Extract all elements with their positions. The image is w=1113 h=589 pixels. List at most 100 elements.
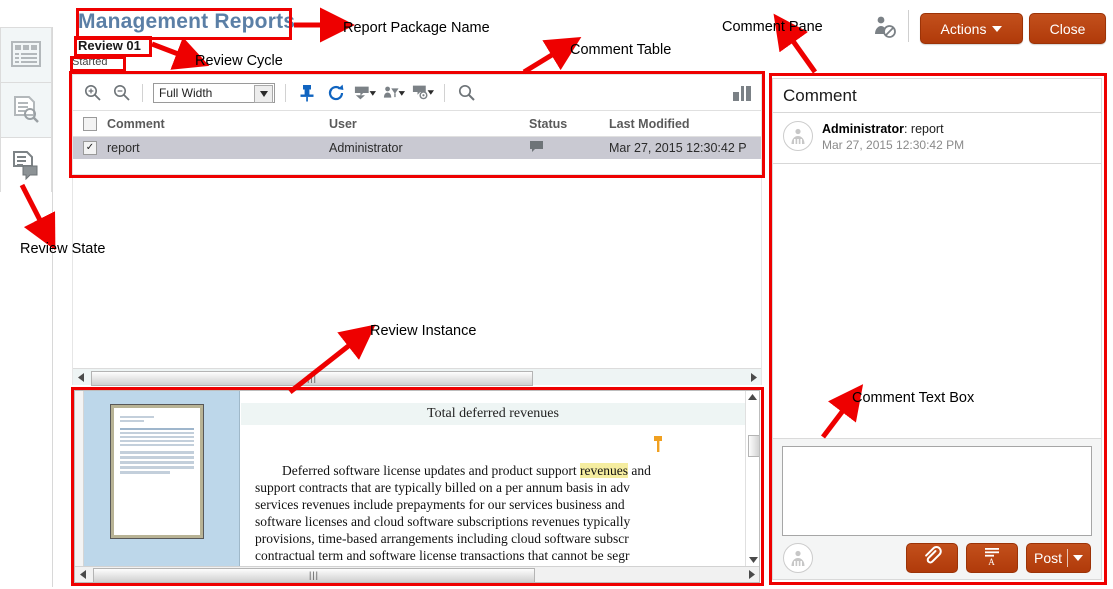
document-horizontal-scrollbar[interactable]: ||| (75, 566, 759, 582)
toolbar-divider (142, 83, 143, 102)
scroll-left-arrow-icon[interactable] (75, 567, 91, 582)
layout-columns-icon[interactable] (731, 83, 753, 105)
grip-icon: ||| (308, 570, 319, 580)
scroll-down-arrow-icon[interactable] (746, 553, 759, 566)
comment-entry-text: Administrator: report Mar 27, 2015 12:30… (822, 121, 964, 153)
scroll-thumb[interactable]: ||| (93, 568, 535, 582)
comment-table-panel: Full Width Comment User Status Last Modi… (72, 74, 762, 175)
document-vertical-scrollbar[interactable] (745, 391, 759, 566)
text-format-icon: A (982, 546, 1002, 571)
review-instance-viewer: Total deferred revenues Deferred softwar… (74, 390, 760, 583)
cell-comment: report (107, 141, 140, 155)
cell-status (529, 140, 609, 156)
scroll-left-arrow-icon[interactable] (73, 370, 89, 385)
scroll-track[interactable]: ||| (89, 370, 745, 386)
select-all-checkbox[interactable] (73, 116, 107, 131)
column-header-comment[interactable]: Comment (107, 117, 329, 131)
zoom-level-select[interactable]: Full Width (153, 82, 275, 103)
zoom-out-icon[interactable] (110, 82, 132, 104)
zoom-level-value: Full Width (159, 85, 213, 100)
comment-bubble-icon (529, 141, 544, 156)
refresh-icon[interactable] (325, 82, 347, 104)
close-button-label: Close (1049, 20, 1086, 37)
user-avatar-icon (783, 121, 813, 151)
cell-user: Administrator (329, 141, 403, 155)
zoom-in-icon[interactable] (81, 82, 103, 104)
search-icon[interactable] (455, 82, 477, 104)
comment-pane: Comment Administrator: report Mar 27, 20… (772, 78, 1102, 580)
sidebar-item-comments[interactable] (0, 137, 52, 192)
column-header-user[interactable]: User (329, 117, 529, 131)
toolbar-divider (444, 83, 445, 102)
annotation-label-comment-pane: Comment Pane (722, 19, 823, 35)
actions-button[interactable]: Actions (920, 13, 1023, 44)
row-select-checkbox[interactable]: ✓ (73, 141, 107, 155)
filter-user-icon[interactable] (383, 82, 405, 104)
left-icon-rail (0, 27, 53, 587)
page-title: Management Reports (78, 10, 296, 33)
filter-status-icon[interactable] (412, 82, 434, 104)
toolbar-divider (285, 83, 286, 102)
scroll-thumb[interactable] (748, 435, 759, 457)
format-text-button[interactable]: A (965, 543, 1018, 573)
paperclip-icon (922, 545, 942, 571)
doc-line-2: support contracts that are typically bil… (255, 480, 630, 495)
doc-line-1-post: and (628, 463, 655, 478)
actions-button-label: Actions (940, 20, 987, 37)
doc-line-3: services revenues include prepayments fo… (255, 497, 629, 512)
comment-compose-area: A Post (773, 438, 1101, 579)
annotation-label-report-package-name: Report Package Name (343, 20, 490, 36)
user-review-icon[interactable] (872, 14, 898, 40)
header-divider (908, 10, 909, 42)
comment-timestamp: Mar 27, 2015 12:30:42 PM (822, 138, 965, 152)
comment-author: Administrator (822, 122, 904, 136)
filter-comment-icon[interactable] (354, 82, 376, 104)
comment-pane-title: Comment (773, 79, 1101, 113)
document-body-text: Deferred software license updates and pr… (241, 445, 745, 566)
post-divider (1067, 549, 1068, 567)
column-header-last-modified[interactable]: Last Modified (609, 117, 759, 131)
sidebar-item-report-center[interactable] (0, 27, 52, 82)
doc-line-1-pre: Deferred software license updates and pr… (282, 463, 581, 478)
list-item[interactable]: Administrator: report Mar 27, 2015 12:30… (773, 113, 1101, 164)
comment-separator: : (903, 122, 911, 136)
review-state-badge: Started (72, 56, 108, 68)
grip-icon: ||| (306, 372, 317, 383)
doc-line-4: software licenses and cloud software sub… (255, 514, 631, 529)
scroll-right-arrow-icon[interactable] (745, 370, 761, 385)
comment-pin-icon[interactable] (652, 436, 664, 456)
document-thumbnail-pane[interactable] (75, 391, 240, 566)
checkbox-box (83, 116, 97, 131)
table-row[interactable]: ✓ report Administrator Mar 27, 2015 12:3… (73, 137, 761, 159)
annotation-label-comment-table: Comment Table (570, 42, 672, 58)
thumbnail-rail (75, 391, 84, 566)
post-button[interactable]: Post (1025, 543, 1091, 573)
close-button[interactable]: Close (1029, 13, 1106, 44)
scroll-track[interactable]: ||| (91, 567, 743, 582)
column-header-status[interactable]: Status (529, 117, 609, 131)
review-instance-scroll-area: ||| (72, 176, 762, 386)
page-thumbnail[interactable] (110, 404, 204, 539)
attach-file-button[interactable] (905, 543, 958, 573)
outer-horizontal-scrollbar[interactable]: ||| (73, 368, 761, 386)
sidebar-item-document-review[interactable] (0, 82, 52, 137)
scroll-up-arrow-icon[interactable] (746, 391, 759, 404)
cell-last-modified: Mar 27, 2015 12:30:42 P (609, 141, 747, 155)
chevron-down-icon[interactable] (1073, 555, 1083, 561)
document-comments-icon (11, 150, 41, 180)
doc-line-5: provisions, time-based arrangements incl… (255, 531, 629, 546)
scroll-right-arrow-icon[interactable] (743, 567, 759, 582)
chevron-down-icon[interactable] (254, 84, 273, 103)
svg-text:A: A (988, 557, 995, 566)
compose-action-bar: A Post (773, 543, 1101, 573)
doc-line-1-highlight: revenues (580, 463, 628, 478)
chevron-down-icon (992, 25, 1003, 32)
pin-icon[interactable] (296, 82, 318, 104)
user-avatar-icon (783, 543, 813, 573)
document-section-title: Total deferred revenues (241, 403, 745, 425)
comment-table-toolbar: Full Width (73, 75, 761, 111)
scroll-thumb[interactable]: ||| (91, 370, 533, 386)
post-button-label: Post (1033, 550, 1062, 566)
comment-text-input[interactable] (782, 446, 1092, 536)
review-cycle-title: Review 01 (78, 38, 141, 53)
